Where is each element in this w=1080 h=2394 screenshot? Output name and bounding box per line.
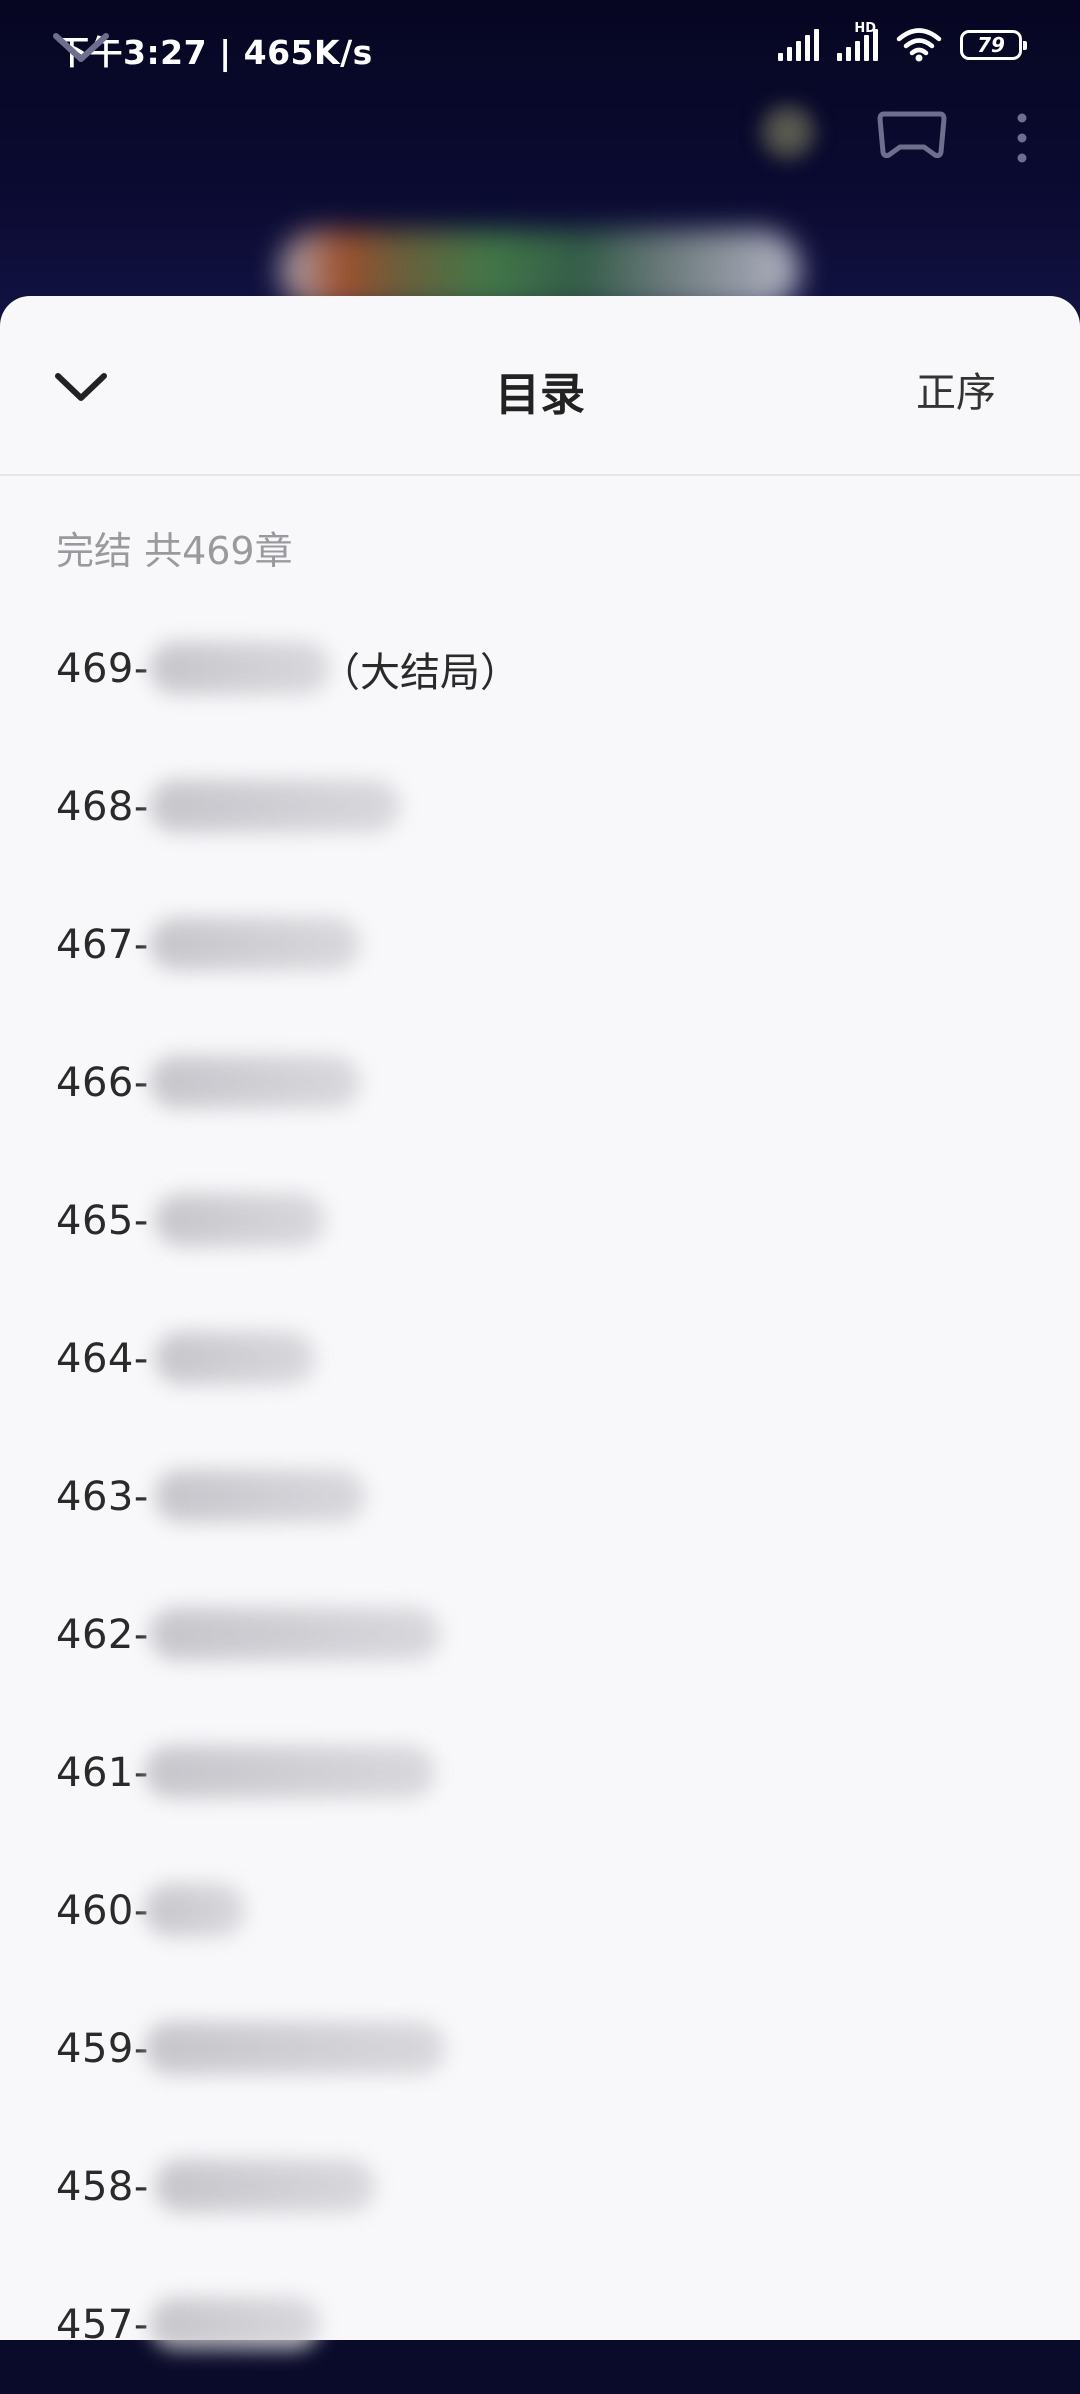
chapter-item[interactable]: 463- (0, 1428, 1080, 1566)
chapter-number: 465- (56, 1198, 149, 1244)
wifi-icon (896, 28, 942, 62)
chapter-item[interactable]: 462- (0, 1566, 1080, 1704)
battery-level: 79 (977, 33, 1005, 57)
more-options-button[interactable] (1000, 106, 1044, 170)
blurred-chapter-title (155, 1470, 365, 1522)
blurred-chapter-title (155, 1194, 325, 1246)
chapter-item[interactable]: 467- (0, 876, 1080, 1014)
chapter-number: 460- (56, 1888, 149, 1934)
chapter-item[interactable]: 468- (0, 738, 1080, 876)
chapter-item[interactable]: 469- （大结局） (0, 600, 1080, 738)
collapse-player-button[interactable] (46, 12, 116, 82)
chapter-item[interactable]: 459- (0, 1980, 1080, 2118)
status-bar: 下午3:27 | 465K/s HD 79 (0, 0, 1080, 96)
chapter-item[interactable]: 465- (0, 1152, 1080, 1290)
chapter-number: 461- (56, 1750, 149, 1796)
chapter-number: 464- (56, 1336, 149, 1382)
gamepad-button[interactable] (872, 100, 952, 170)
blurred-chapter-title (150, 1056, 360, 1108)
chapter-item[interactable]: 466- (0, 1014, 1080, 1152)
blurred-chapter-title (150, 642, 330, 694)
blurred-chapter-title (150, 780, 400, 832)
chapter-suffix: （大结局） (320, 650, 520, 696)
chapter-item[interactable]: 460- (0, 1842, 1080, 1980)
catalog-sheet: 目录 正序 完结 共469章 469- （大结局） 468- 467- 466- 465-… (0, 296, 1080, 2350)
blurred-chapter-title (155, 1332, 315, 1384)
hd-badge: HD (854, 21, 876, 36)
blurred-avatar (756, 100, 820, 164)
chapter-number: 462- (56, 1612, 149, 1658)
chapter-number: 466- (56, 1060, 149, 1106)
sheet-header: 目录 正序 (0, 296, 1080, 476)
blurred-chapter-title (155, 2160, 375, 2212)
chapter-item[interactable]: 457- (0, 2256, 1080, 2394)
chapter-item[interactable]: 461- (0, 1704, 1080, 1842)
blurred-chapter-title (145, 2022, 445, 2074)
signal-hd-icon: HD (837, 21, 878, 61)
status-icons: HD 79 (778, 21, 1027, 62)
blurred-chapter-title (145, 1746, 435, 1798)
chapter-item[interactable]: 464- (0, 1290, 1080, 1428)
chapter-number: 469- (56, 646, 149, 692)
chapter-summary: 完结 共469章 (56, 529, 293, 573)
chapter-number: 459- (56, 2026, 149, 2072)
battery-icon: 79 (960, 30, 1027, 60)
blurred-chapter-title (150, 1608, 440, 1660)
chapter-number: 463- (56, 1474, 149, 1520)
blurred-chapter-title (150, 2298, 320, 2350)
chapter-number: 467- (56, 922, 149, 968)
chapter-number: 468- (56, 784, 149, 830)
player-background: 下午3:27 | 465K/s HD 79 (0, 0, 1080, 340)
blurred-chapter-title (145, 1884, 245, 1936)
blurred-chapter-title (150, 918, 360, 970)
chapter-number: 457- (56, 2302, 149, 2348)
chapter-list: 469- （大结局） 468- 467- 466- 465- 464- 463- 462- 461… (0, 600, 1080, 2394)
chapter-number: 458- (56, 2164, 149, 2210)
chapter-item[interactable]: 458- (0, 2118, 1080, 2256)
signal-icon (778, 29, 819, 61)
sort-order-button[interactable]: 正序 (916, 360, 996, 418)
